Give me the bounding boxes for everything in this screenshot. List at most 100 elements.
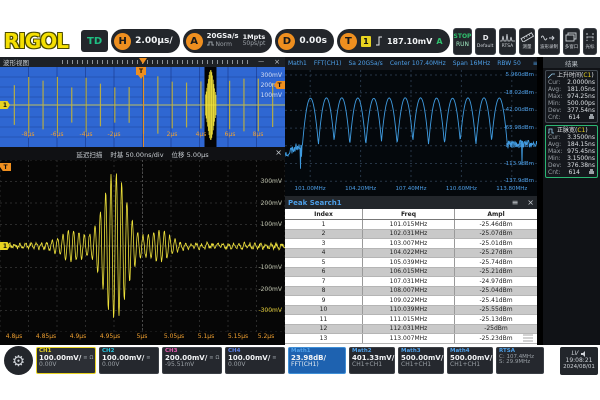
default-button[interactable]: D Default bbox=[475, 28, 495, 55]
delayed-sweep-plot[interactable] bbox=[0, 160, 285, 332]
close-icon[interactable]: × bbox=[274, 59, 280, 66]
run-stop-button[interactable]: STOP RUN bbox=[453, 28, 473, 55]
stat-label: Cnt: bbox=[548, 114, 560, 121]
overview-x-label: -2μs bbox=[108, 131, 121, 138]
overview-y-label: 100mV bbox=[261, 92, 282, 99]
table-row[interactable]: 3103.007MHz-25.01dBm bbox=[285, 239, 537, 249]
toolbar: RIGOL TD H 2.00μs/ A 20GSa/s Norm 1Mpts … bbox=[0, 25, 600, 57]
measurement-row: Cur:2.0000ns bbox=[548, 79, 595, 86]
channel-box-ch4[interactable]: CH4100.00mV/≡0.00V bbox=[225, 347, 285, 374]
peak-search-titlebar: Peak Search1 ≡ × bbox=[285, 196, 537, 209]
table-cell: 4 bbox=[285, 249, 363, 258]
menu-icon[interactable]: ≡ bbox=[512, 199, 519, 207]
table-row[interactable]: 1101.015MHz-25.46dBm bbox=[285, 220, 537, 230]
acquire-knob[interactable]: A bbox=[186, 33, 203, 50]
rising-edge-icon bbox=[375, 35, 383, 47]
math-box-math2[interactable]: Math2401.33mV/CH1+CH1 bbox=[349, 347, 395, 374]
stat-label: Avg: bbox=[548, 86, 561, 93]
table-row[interactable]: 8108.007MHz-25.04dBm bbox=[285, 287, 537, 297]
stat-label: Avg: bbox=[548, 141, 561, 148]
table-row[interactable]: 9109.022MHz-25.41dBm bbox=[285, 296, 537, 306]
rtsa-button[interactable]: RTSA bbox=[499, 28, 516, 55]
table-cell: -25.01dBm bbox=[455, 239, 537, 248]
table-cell: 104.022MHz bbox=[363, 249, 455, 258]
fft-rbw: RBW 50 bbox=[497, 60, 521, 67]
printer-icon[interactable] bbox=[588, 114, 595, 120]
close-icon[interactable]: × bbox=[275, 149, 282, 157]
delayed-sweep-panel: 延迟扫描 时基 50.00ns/div 位移 5.00μs × T 1 300m… bbox=[0, 147, 285, 345]
table-cell: 11 bbox=[285, 315, 363, 324]
table-row[interactable]: 2102.031MHz-25.07dBm bbox=[285, 230, 537, 240]
table-row[interactable]: 5105.039MHz-25.74dBm bbox=[285, 258, 537, 268]
clock-time: 19:08:21 bbox=[566, 357, 593, 364]
cursor-button[interactable]: 光标 bbox=[583, 28, 597, 55]
close-icon[interactable]: × bbox=[527, 199, 534, 207]
channel-box-ch2[interactable]: CH2100.00mV/≡0.00V bbox=[99, 347, 159, 374]
peak-search-table: IndexFreqAmpl1101.015MHz-25.46dBm2102.03… bbox=[285, 209, 537, 345]
zoom-y-label: -200mV bbox=[258, 286, 282, 293]
rtsa-status-box[interactable]: RTSA C: 107.4MHz S: 29.9MHz bbox=[496, 347, 544, 374]
scroll-grip-icon[interactable] bbox=[523, 334, 533, 342]
trigger-time-flag[interactable]: T bbox=[136, 67, 146, 75]
table-cell: 113.007MHz bbox=[363, 334, 455, 343]
table-cell: 110.039MHz bbox=[363, 306, 455, 315]
waveform-view-title: 波形视图 bbox=[3, 57, 29, 67]
multi-window-button[interactable]: 多窗口 bbox=[563, 28, 580, 55]
trigger-position-marker[interactable] bbox=[139, 58, 147, 64]
trigger-knob[interactable]: T bbox=[340, 33, 357, 50]
waveform-record-button[interactable]: 波形录制 bbox=[538, 28, 560, 55]
channel-status-bar: ⚙ CH1100.00mV/≡Ω0.00VCH2100.00mV/≡0.00VC… bbox=[0, 345, 600, 376]
overview-x-label: 2μs bbox=[167, 131, 178, 138]
waveform-record-icon bbox=[541, 33, 556, 42]
table-row[interactable]: 13113.007MHz-25.23dBm bbox=[285, 334, 537, 344]
minimize-icon[interactable]: — bbox=[258, 59, 264, 66]
fft-plot[interactable] bbox=[285, 70, 537, 185]
channel-box-ch1[interactable]: CH1100.00mV/≡Ω0.00V bbox=[36, 347, 96, 374]
table-cell: 105.039MHz bbox=[363, 258, 455, 267]
system-clock[interactable]: LV 19:08:21 2024/08/01 bbox=[560, 347, 598, 375]
stat-value: 376.38ns bbox=[567, 162, 595, 169]
mode-badge: TD bbox=[81, 30, 108, 52]
delay-knob[interactable]: D bbox=[278, 33, 295, 50]
stat-value: 377.54ns bbox=[567, 107, 595, 114]
table-cell: -25.55dBm bbox=[455, 306, 537, 315]
measurement-card[interactable]: 正脉宽(C1)Cur:3.3500nsAvg:184.15nsMax:975.4… bbox=[545, 125, 598, 178]
timebase-ruler[interactable] bbox=[62, 60, 252, 64]
delay-control[interactable]: D 0.00s bbox=[275, 29, 334, 53]
zoom-x-label: 4.85μs bbox=[36, 333, 56, 340]
trigger-control[interactable]: T 1 187.10mV A bbox=[337, 29, 450, 53]
stat-value: 181.05ns bbox=[567, 86, 595, 93]
table-row[interactable]: 12112.031MHz-25dBm bbox=[285, 325, 537, 335]
waveform-overview-plot[interactable]: 300mV200mV100mV-8μs-6μs-4μs-2μs2μs4μs6μs… bbox=[0, 67, 285, 147]
table-row[interactable]: 11111.015MHz-25.13dBm bbox=[285, 315, 537, 325]
results-header: 结果 bbox=[543, 57, 600, 68]
channel-offset: 0.00V bbox=[228, 362, 282, 368]
zoom-y-label: 100mV bbox=[261, 221, 282, 228]
horizontal-control[interactable]: H 2.00μs/ bbox=[111, 29, 179, 53]
math-box-math4[interactable]: Math4500.00mV/CH1+CH1 bbox=[447, 347, 493, 374]
fft-y-label: -65.98dBm bbox=[504, 125, 534, 131]
fft-x-label: 107.40MHz bbox=[395, 186, 426, 192]
io-status: LV bbox=[571, 350, 578, 357]
table-row[interactable]: 6106.015MHz-25.21dBm bbox=[285, 268, 537, 278]
measure-button[interactable]: 测量 bbox=[519, 28, 535, 55]
printer-icon[interactable] bbox=[588, 169, 595, 175]
stat-value: 184.15ns bbox=[567, 141, 595, 148]
table-row[interactable]: 7107.031MHz-24.97dBm bbox=[285, 277, 537, 287]
table-row[interactable]: 4104.022MHz-25.27dBm bbox=[285, 249, 537, 259]
impedance-icon: Ω bbox=[215, 356, 219, 361]
measurement-row: Cnt:614 bbox=[548, 169, 595, 176]
stat-value: 3.3500ns bbox=[567, 134, 595, 141]
table-row[interactable]: 10110.039MHz-25.55dBm bbox=[285, 306, 537, 316]
acquire-mode: Norm bbox=[207, 41, 239, 49]
peak-search-title: Peak Search1 bbox=[288, 199, 342, 207]
horizontal-knob[interactable]: H bbox=[114, 33, 131, 50]
acquire-control[interactable]: A 20GSa/s Norm 1Mpts 50ps/pt bbox=[183, 29, 273, 53]
stat-label: Min: bbox=[548, 155, 561, 162]
math-box-math1[interactable]: Math123.98dB/FFT(CH1) bbox=[288, 347, 346, 374]
trigger-sweep-mode: A bbox=[436, 37, 442, 46]
settings-gear-button[interactable]: ⚙ bbox=[4, 346, 33, 375]
math-box-math3[interactable]: Math3500.00mV/CH1+CH1 bbox=[398, 347, 444, 374]
measurement-card[interactable]: 上升时间(C1)Cur:2.0000nsAvg:181.05nsMax:974.… bbox=[545, 70, 598, 123]
channel-box-ch3[interactable]: CH3200.00mV/≡Ω-95.51mV bbox=[162, 347, 222, 374]
